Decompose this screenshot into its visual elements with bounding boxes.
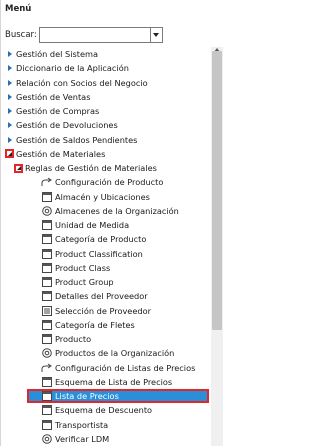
submenu-folder-label: Reglas de Gestión de Materiales: [25, 163, 157, 173]
menu-leaf-item[interactable]: Product Class: [41, 261, 110, 275]
window-icon: [41, 334, 52, 345]
window-icon: [41, 376, 52, 387]
menu-item-7[interactable]: Gestión de Saldos Pendientes: [5, 133, 137, 147]
menu-leaf-item[interactable]: Producto: [41, 332, 91, 346]
menu-item-label: Gestión de Ventas: [16, 91, 91, 102]
menu-leaf-label: Esquema de Descuento: [55, 405, 153, 416]
menu-leaf-item[interactable]: Productos de la Organización: [41, 346, 174, 360]
menu-panel: Menú Buscar: Gestión del Sistema Dicciona…: [0, 0, 224, 446]
expand-toggle-icon[interactable]: [5, 92, 14, 101]
report-icon: [41, 305, 52, 316]
menu-leaf-item[interactable]: Product Classification: [41, 247, 143, 261]
window-icon: [41, 405, 52, 416]
expand-toggle-icon[interactable]: [5, 78, 14, 87]
menu-leaf-item[interactable]: Selección de Proveedor: [41, 304, 151, 318]
menu-leaf-item[interactable]: Detalles del Proveedor: [41, 289, 148, 303]
menu-leaf-item[interactable]: Unidad de Medida: [41, 218, 129, 232]
menu-leaf-item[interactable]: Categoría de Fletes: [41, 318, 135, 332]
collapse-toggle-icon[interactable]: [14, 163, 23, 173]
menu-item-label: Gestión del Sistema: [16, 49, 99, 59]
expand-toggle-icon[interactable]: [5, 121, 14, 130]
search-dropdown-button[interactable]: [149, 28, 162, 42]
menu-leaf-item[interactable]: Lista de Precios: [27, 389, 209, 403]
menu-leaf-label: Unidad de Medida: [55, 220, 130, 230]
menu-leaf-label: Categoría de Producto: [55, 234, 147, 245]
menu-leaf-item[interactable]: Almacén y Ubicaciones: [41, 190, 150, 204]
expand-toggle-icon[interactable]: [5, 50, 14, 59]
chevron-down-icon: [153, 33, 160, 37]
menu-title: Menú: [5, 4, 32, 14]
submenu-folder[interactable]: Reglas de Gestión de Materiales: [14, 161, 157, 175]
menu-leaf-label: Almacenes de la Organización: [55, 205, 179, 216]
menu-leaf-item[interactable]: Configuración de Producto: [41, 175, 163, 189]
window-icon: [41, 248, 52, 259]
expand-toggle-icon[interactable]: [5, 135, 14, 144]
window-icon: [41, 319, 52, 330]
menu-item-2[interactable]: Diccionario de la Aplicación: [5, 61, 129, 75]
menu-leaf-label: Verificar LDM: [55, 433, 110, 444]
collapse-toggle-icon[interactable]: [5, 149, 14, 159]
expand-toggle-icon[interactable]: [5, 107, 14, 116]
menu-leaf-label: Detalles del Proveedor: [55, 291, 148, 302]
expand-toggle-icon[interactable]: [5, 64, 14, 73]
search-combobox[interactable]: [38, 27, 163, 43]
menu-leaf-label: Selección de Proveedor: [55, 305, 151, 316]
menu-leaf-item[interactable]: Almacenes de la Organización: [41, 204, 179, 218]
menu-leaf-label: Esquema de Lista de Precios: [55, 376, 173, 387]
menu-item-label: Diccionario de la Aplicación: [16, 63, 129, 74]
menu-leaf-label: Transportista: [55, 419, 109, 430]
menu-item-8[interactable]: Gestión de Materiales: [5, 147, 105, 161]
menu-item-1[interactable]: Gestión del Sistema: [5, 47, 98, 61]
menu-item-label: Gestión de Saldos Pendientes: [16, 134, 138, 145]
window-icon: [41, 234, 52, 245]
menu-leaf-label: Configuración de Listas de Precios: [55, 362, 196, 373]
menu-item-label: Relación con Socios del Negocio: [16, 77, 148, 88]
menu-leaf-label: Categoría de Fletes: [55, 319, 135, 330]
info-icon: [41, 348, 52, 359]
search-input[interactable]: [39, 28, 150, 42]
menu-leaf-label: Lista de Precios: [55, 391, 119, 401]
menu-item-label: Gestión de Materiales: [16, 148, 106, 159]
window-icon: [41, 262, 52, 273]
window-icon: [41, 277, 52, 288]
menu-leaf-item[interactable]: Verificar LDM: [41, 432, 109, 446]
info-icon: [41, 433, 52, 444]
menu-leaf-label: Product Group: [55, 277, 114, 287]
menu-item-3[interactable]: Relación con Socios del Negocio: [5, 76, 148, 90]
menu-leaf-label: Product Class: [55, 262, 111, 273]
search-row: Buscar:: [5, 27, 163, 43]
menu-leaf-label: Product Classification: [55, 248, 143, 259]
menu-leaf-item[interactable]: Esquema de Descuento: [41, 403, 152, 417]
menu-item-6[interactable]: Gestión de Devoluciones: [5, 118, 118, 132]
process-icon: [41, 362, 52, 373]
window-icon: [41, 191, 52, 202]
menu-leaf-item[interactable]: Categoría de Producto: [41, 232, 146, 246]
window-icon: [41, 391, 52, 402]
menu-leaf-label: Productos de la Organización: [55, 348, 175, 359]
menu-leaf-label: Configuración de Producto: [55, 177, 164, 188]
menu-item-label: Gestión de Compras: [16, 106, 100, 116]
window-icon: [41, 419, 52, 430]
menu-item-label: Gestión de Devoluciones: [16, 120, 118, 131]
process-icon: [41, 177, 52, 188]
window-icon: [41, 291, 52, 302]
menu-leaf-item[interactable]: Configuración de Listas de Precios: [41, 361, 195, 375]
menu-leaf-item[interactable]: Product Group: [41, 275, 114, 289]
menu-leaf-label: Producto: [55, 334, 92, 344]
window-icon: [41, 220, 52, 231]
menu-item-4[interactable]: Gestión de Ventas: [5, 90, 90, 104]
menu-leaf-item[interactable]: Transportista: [41, 418, 108, 432]
menu-leaf-label: Almacén y Ubicaciones: [55, 191, 150, 202]
info-icon: [41, 205, 52, 216]
search-label: Buscar:: [5, 30, 37, 40]
menu-leaf-item[interactable]: Esquema de Lista de Precios: [41, 375, 172, 389]
menu-item-5[interactable]: Gestión de Compras: [5, 104, 99, 118]
scrollbar-thumb[interactable]: [212, 51, 222, 330]
